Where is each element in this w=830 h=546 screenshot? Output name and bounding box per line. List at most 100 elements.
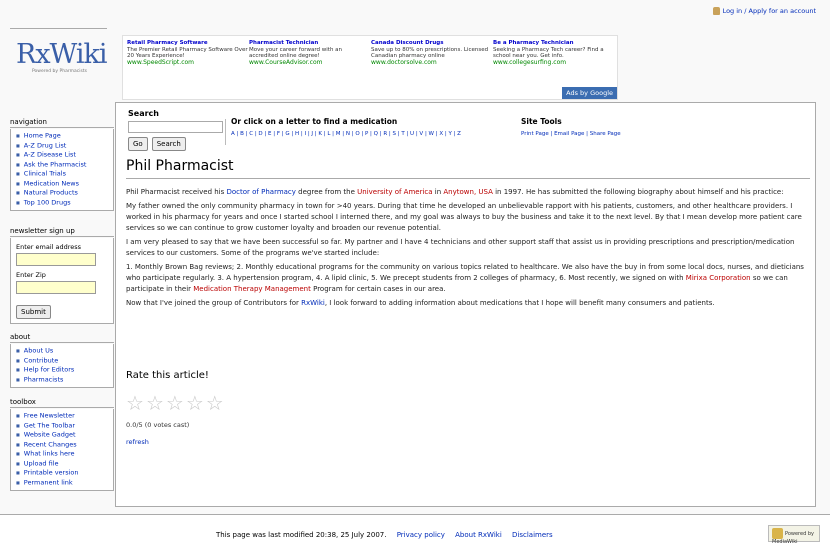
content-area: Search Go Search Or click on a letter to…	[115, 102, 816, 507]
site-tools-heading: Site Tools	[521, 117, 562, 126]
ad-unit[interactable]: Be a Pharmacy Technician Seeking a Pharm…	[493, 40, 615, 66]
sidebar-about-item[interactable]: About Us	[16, 346, 110, 356]
paragraph: Now that I've joined the group of Contri…	[126, 299, 715, 307]
about-heading: about	[10, 333, 114, 343]
powered-by-mediawiki-badge[interactable]: Powered by MediaWiki	[768, 525, 820, 545]
sidebar-toolbox-item[interactable]: Website Gadget	[16, 430, 110, 440]
page-title: Phil Pharmacist	[126, 158, 234, 174]
newsletter-portlet: newsletter sign up Enter email address E…	[10, 227, 114, 324]
sidebar-nav-item[interactable]: A-Z Drug List	[16, 141, 110, 151]
ad-unit[interactable]: Canada Discount Drugs Save up to 80% on …	[371, 40, 493, 66]
sidebar-nav-item[interactable]: Ask the Pharmacist	[16, 160, 110, 170]
star-rating: ☆ ☆ ☆ ☆ ☆	[126, 393, 224, 413]
mirixa-link[interactable]: Mirixa Corporation	[686, 274, 751, 282]
login-link[interactable]: Log in / Apply for an account	[723, 7, 816, 15]
sidebar-about-item[interactable]: Pharmacists	[16, 375, 110, 385]
paragraph: My father owned the only community pharm…	[126, 202, 802, 232]
doctor-of-pharmacy-link[interactable]: Doctor of Pharmacy	[227, 188, 296, 196]
ad-text: Save up to 80% on prescriptions. License…	[371, 46, 489, 60]
location-link[interactable]: Anytown, USA	[443, 188, 493, 196]
logo-text: RxWiki	[16, 39, 107, 70]
paragraph: Phil Pharmacist received his Doctor of P…	[126, 188, 784, 196]
about-list: About UsContributeHelp for EditorsPharma…	[10, 344, 114, 388]
sidebar-nav-item[interactable]: Home Page	[16, 131, 110, 141]
toolbox-portlet: toolbox Free NewsletterGet The ToolbarWe…	[10, 398, 114, 491]
paragraph: I am very pleased to say that we have be…	[126, 238, 795, 257]
letters-heading: Or click on a letter to find a medicatio…	[231, 117, 398, 126]
sidebar-toolbox-item[interactable]: Printable version	[16, 468, 110, 478]
sidebar-toolbox-item[interactable]: What links here	[16, 449, 110, 459]
mediawiki-icon	[772, 528, 783, 539]
rxwiki-link[interactable]: RxWiki	[301, 299, 325, 307]
sidebar-toolbox-item[interactable]: Get The Toolbar	[16, 421, 110, 431]
sidebar-nav-item[interactable]: Medication News	[16, 179, 110, 189]
star-icon[interactable]: ☆	[186, 393, 204, 413]
paragraph: 1. Monthly Brown Bag reviews; 2. Monthly…	[126, 263, 804, 293]
letter-index[interactable]: A | B | C | D | E | F | G | H | I | J | …	[231, 131, 461, 137]
email-field[interactable]	[16, 253, 96, 266]
sidebar-toolbox-item[interactable]: Free Newsletter	[16, 411, 110, 421]
ad-url[interactable]: www.doctorsolve.com	[371, 59, 493, 67]
zip-field[interactable]	[16, 281, 96, 294]
search-button[interactable]: Search	[151, 137, 186, 151]
about-link[interactable]: About RxWiki	[455, 531, 502, 539]
star-icon[interactable]: ☆	[166, 393, 184, 413]
privacy-link[interactable]: Privacy policy	[397, 531, 445, 539]
divider	[225, 119, 226, 145]
sidebar-toolbox-item[interactable]: Recent Changes	[16, 440, 110, 450]
ad-text: Seeking a Pharmacy Tech career? Find a s…	[493, 46, 604, 60]
zip-label: Enter Zip	[16, 271, 46, 279]
disclaimers-link[interactable]: Disclaimers	[512, 531, 553, 539]
navigation-heading: navigation	[10, 118, 114, 128]
search-label: Search	[128, 109, 159, 118]
university-link[interactable]: University of America	[357, 188, 432, 196]
ad-url[interactable]: www.collegesurfing.com	[493, 59, 615, 67]
ads-by-google[interactable]: Ads by Google	[562, 87, 617, 99]
personal-tools: Log in / Apply for an account	[712, 7, 816, 15]
refresh-link[interactable]: refresh	[126, 438, 149, 446]
newsletter-heading: newsletter sign up	[10, 227, 114, 237]
sidebar-nav-item[interactable]: A-Z Disease List	[16, 150, 110, 160]
navigation-portlet: navigation Home PageA-Z Drug ListA-Z Dis…	[10, 118, 114, 211]
rating-heading: Rate this article!	[126, 370, 209, 381]
ad-text: Move your career forward with an accredi…	[249, 46, 343, 60]
star-icon[interactable]: ☆	[126, 393, 144, 413]
site-logo[interactable]: RxWiki Powered by Pharmacists	[10, 28, 107, 82]
sidebar-nav-item[interactable]: Top 100 Drugs	[16, 198, 110, 208]
toolbox-heading: toolbox	[10, 398, 114, 408]
star-icon[interactable]: ☆	[146, 393, 164, 413]
top-bar: Log in / Apply for an account	[0, 0, 830, 20]
ad-url[interactable]: www.CourseAdvisor.com	[249, 59, 371, 67]
footer: This page was last modified 20:38, 25 Ju…	[0, 514, 830, 546]
logo-subtitle: Powered by Pharmacists	[32, 69, 87, 74]
ad-unit[interactable]: Retail Pharmacy Software The Premier Ret…	[127, 40, 249, 66]
star-icon[interactable]: ☆	[206, 393, 224, 413]
footer-info: This page was last modified 20:38, 25 Ju…	[216, 531, 553, 539]
mtm-link[interactable]: Medication Therapy Management	[193, 285, 311, 293]
vote-summary: 0.0/5 (0 votes cast)	[126, 421, 190, 429]
sidebar-nav-item[interactable]: Natural Products	[16, 188, 110, 198]
sidebar-toolbox-item[interactable]: Upload file	[16, 459, 110, 469]
ad-text: The Premier Retail Pharmacy Software Ove…	[127, 46, 248, 60]
submit-button[interactable]: Submit	[16, 305, 51, 319]
toolbox-list: Free NewsletterGet The ToolbarWebsite Ga…	[10, 409, 114, 491]
go-button[interactable]: Go	[128, 137, 148, 151]
site-tools-links[interactable]: Print Page | Email Page | Share Page	[521, 131, 621, 137]
ad-url[interactable]: www.SpeedScript.com	[127, 59, 249, 67]
sidebar-nav-item[interactable]: Clinical Trials	[16, 169, 110, 179]
last-modified: This page was last modified 20:38, 25 Ju…	[216, 531, 387, 539]
user-icon	[712, 7, 720, 15]
ad-unit[interactable]: Pharmacist Technician Move your career f…	[249, 40, 371, 66]
email-label: Enter email address	[16, 243, 82, 251]
search-bar: Search Go Search Or click on a letter to…	[128, 107, 808, 157]
google-ads-banner: Retail Pharmacy Software The Premier Ret…	[122, 35, 618, 100]
sidebar-about-item[interactable]: Help for Editors	[16, 365, 110, 375]
title-divider	[126, 178, 810, 179]
about-portlet: about About UsContributeHelp for Editors…	[10, 333, 114, 388]
article-body: Phil Pharmacist received his Doctor of P…	[126, 187, 812, 312]
newsletter-form: Enter email address Enter Zip Submit	[10, 238, 114, 324]
search-input[interactable]	[128, 121, 223, 133]
navigation-list: Home PageA-Z Drug ListA-Z Disease ListAs…	[10, 129, 114, 211]
sidebar-toolbox-item[interactable]: Permanent link	[16, 478, 110, 488]
sidebar-about-item[interactable]: Contribute	[16, 356, 110, 366]
